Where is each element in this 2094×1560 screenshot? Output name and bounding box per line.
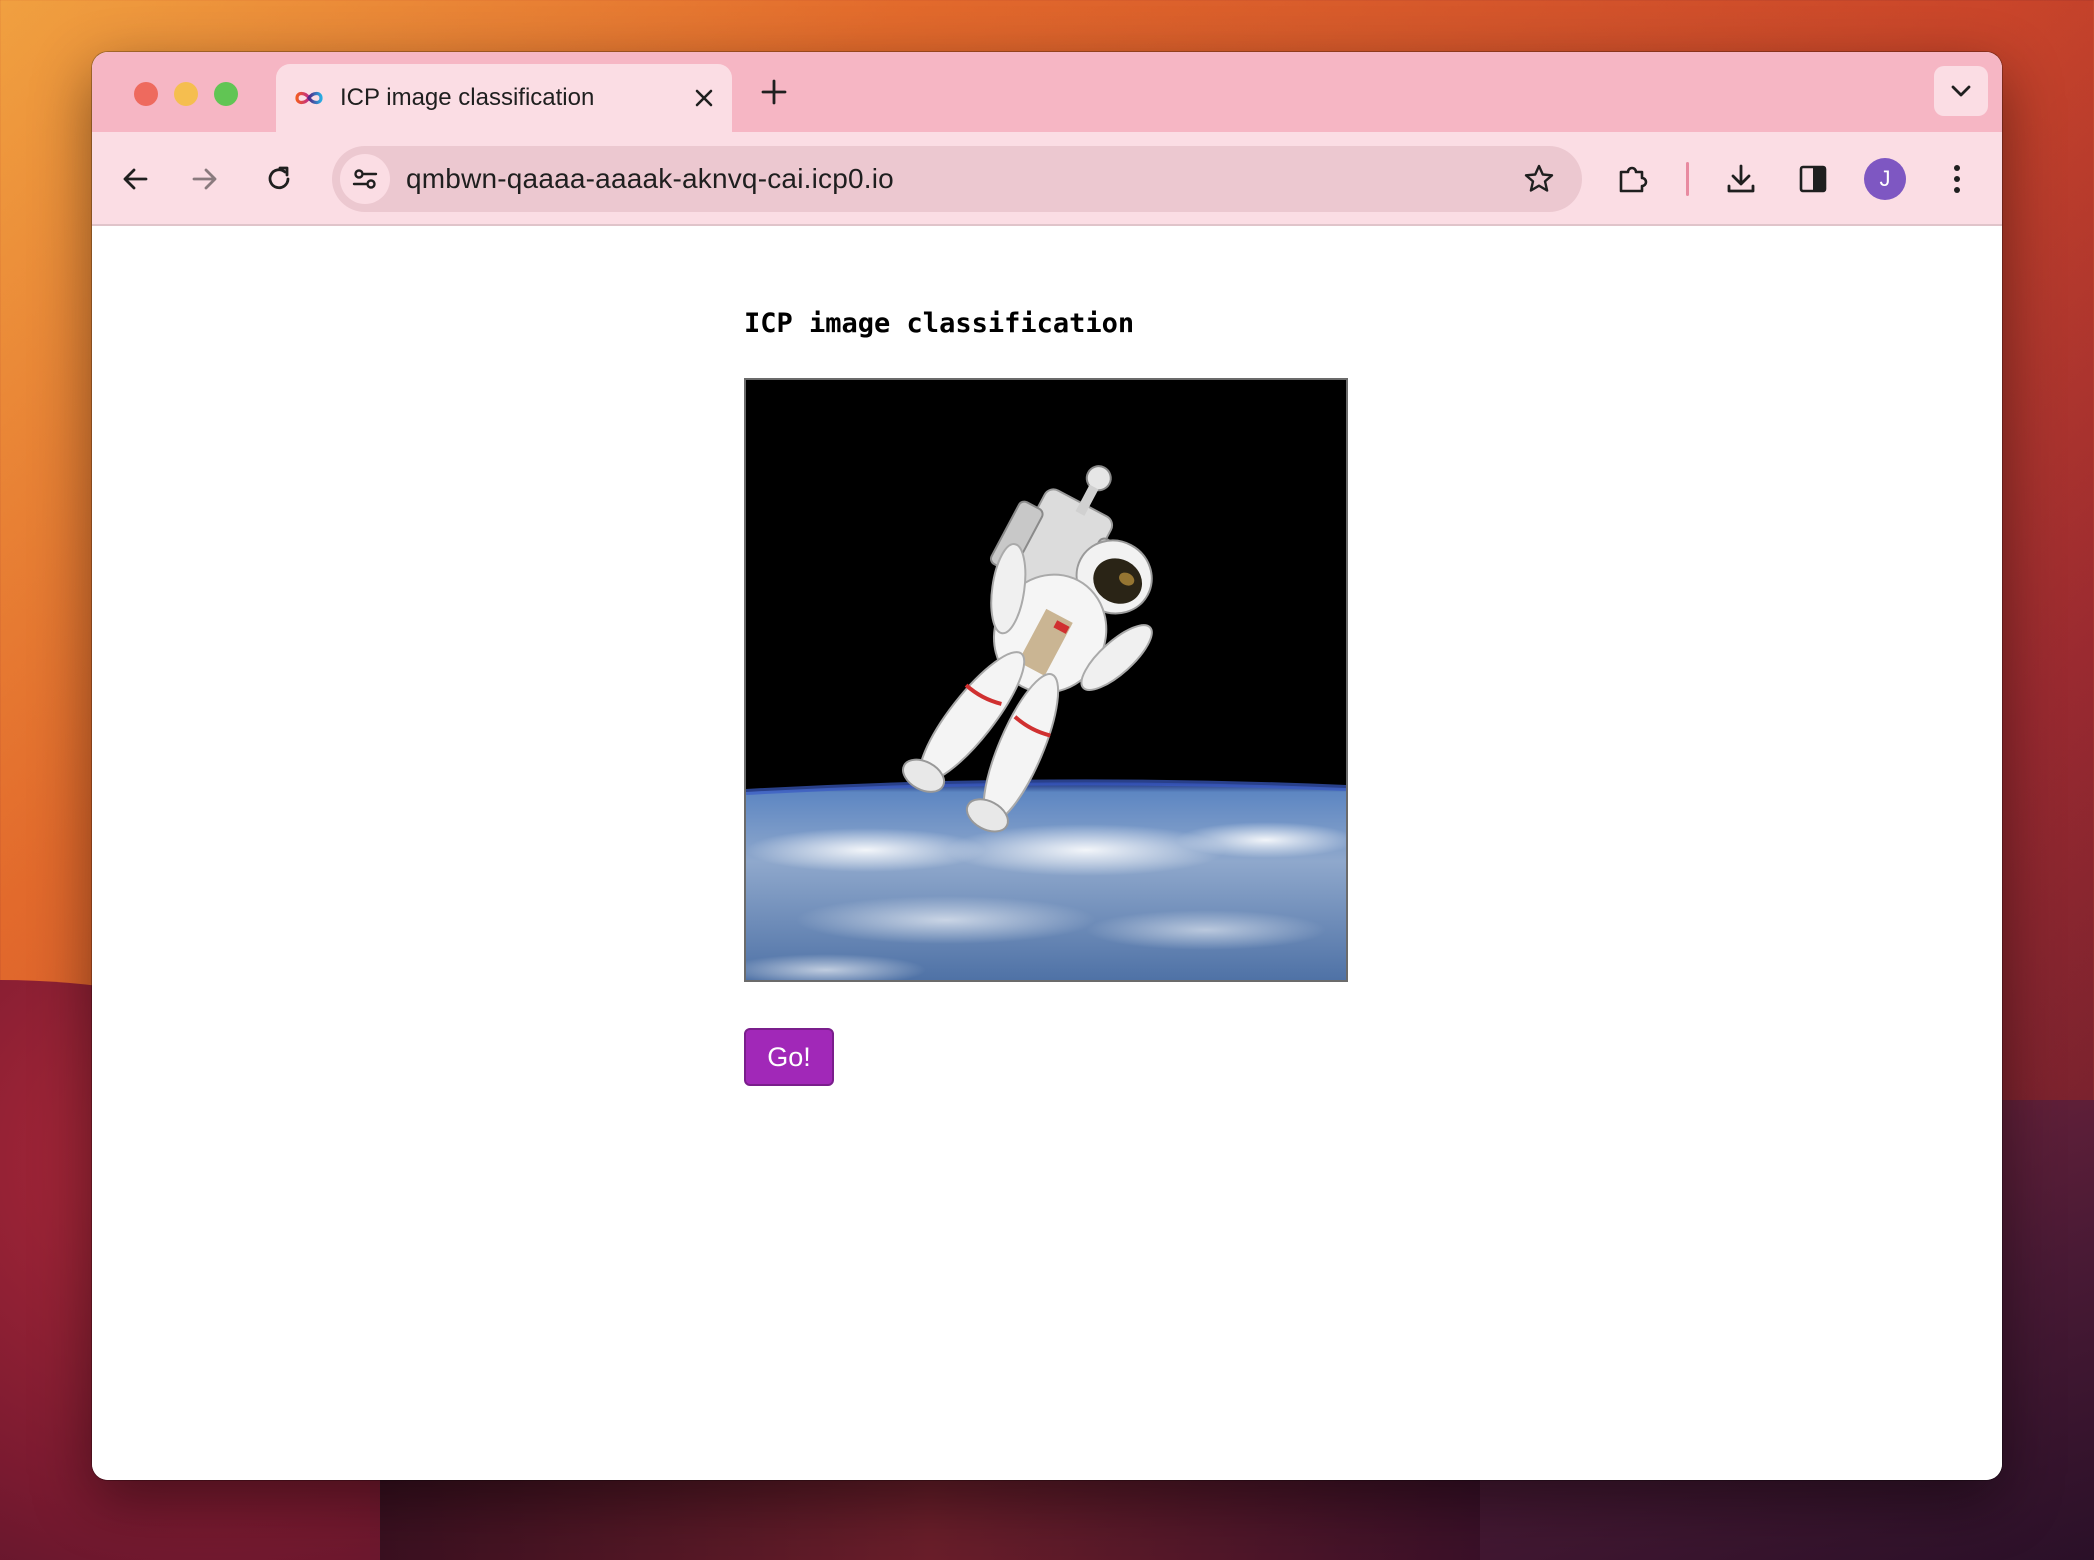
profile-avatar[interactable]: J bbox=[1864, 158, 1906, 200]
chevron-down-icon bbox=[1951, 85, 1971, 97]
infinity-logo-icon bbox=[295, 91, 323, 105]
new-tab-button[interactable] bbox=[754, 72, 794, 112]
go-button[interactable]: Go! bbox=[744, 1028, 834, 1086]
browser-menu-button[interactable] bbox=[1934, 156, 1980, 202]
page-title: ICP image classification bbox=[744, 308, 1135, 339]
forward-arrow-icon bbox=[192, 168, 217, 190]
plus-icon bbox=[761, 79, 787, 105]
url-text[interactable]: qmbwn-qaaaa-aaaak-aknvq-cai.icp0.io bbox=[406, 163, 1516, 195]
tune-icon bbox=[352, 169, 378, 189]
downloads-button[interactable] bbox=[1718, 156, 1764, 202]
tab-search-button[interactable] bbox=[1934, 66, 1988, 116]
extensions-button[interactable] bbox=[1610, 156, 1656, 202]
back-button[interactable] bbox=[112, 156, 158, 202]
close-window-button[interactable] bbox=[134, 82, 158, 106]
maximize-window-button[interactable] bbox=[214, 82, 238, 106]
download-icon bbox=[1727, 164, 1755, 193]
close-icon bbox=[695, 89, 713, 107]
site-info-button[interactable] bbox=[340, 154, 390, 204]
side-panel-icon bbox=[1799, 165, 1827, 193]
tab-strip: ICP image classification bbox=[92, 52, 2002, 132]
desktop-wallpaper-shape bbox=[380, 1480, 1480, 1560]
minimize-window-button[interactable] bbox=[174, 82, 198, 106]
tab-title: ICP image classification bbox=[340, 84, 595, 111]
back-arrow-icon bbox=[123, 168, 148, 190]
side-panel-button[interactable] bbox=[1790, 156, 1836, 202]
reload-icon bbox=[268, 166, 290, 190]
toolbar-divider bbox=[1686, 162, 1689, 196]
more-vert-icon bbox=[1954, 165, 1960, 193]
browser-window: ICP image classification qmbwn-qaaaa-aaa… bbox=[92, 52, 2002, 1480]
page-content: ICP image classification Go! bbox=[92, 226, 2002, 1480]
address-bar[interactable]: qmbwn-qaaaa-aaaak-aknvq-cai.icp0.io bbox=[332, 146, 1582, 212]
tab-close-button[interactable] bbox=[686, 80, 722, 116]
forward-button[interactable] bbox=[182, 156, 228, 202]
reload-button[interactable] bbox=[256, 156, 302, 202]
active-tab[interactable]: ICP image classification bbox=[276, 64, 732, 132]
classification-image bbox=[744, 378, 1348, 982]
puzzle-icon bbox=[1619, 166, 1648, 193]
browser-toolbar: qmbwn-qaaaa-aaaak-aknvq-cai.icp0.io J bbox=[92, 132, 2002, 226]
astronaut-image bbox=[746, 380, 1346, 980]
bookmark-button[interactable] bbox=[1516, 156, 1562, 202]
star-icon bbox=[1524, 164, 1554, 192]
